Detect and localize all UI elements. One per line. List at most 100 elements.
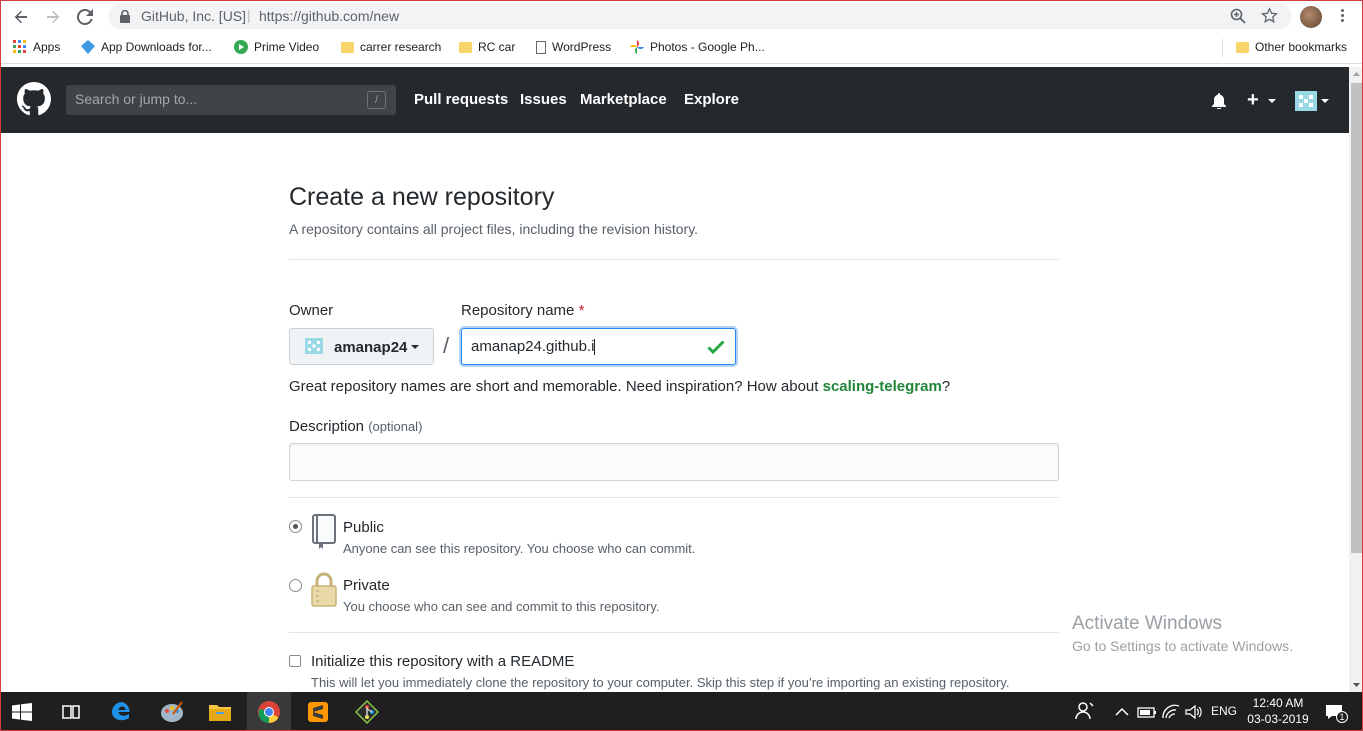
divider <box>289 632 1059 633</box>
bookmark-label: Prime Video <box>254 40 320 54</box>
apps-grid-icon <box>13 40 26 53</box>
windows-start-icon[interactable] <box>12 703 36 727</box>
notifications-bell-icon[interactable] <box>1212 93 1226 114</box>
owner-avatar <box>305 338 323 354</box>
browser-menu-icon[interactable] <box>1337 7 1347 27</box>
private-option-title[interactable]: Private <box>343 577 390 594</box>
bookmark-prime-video[interactable]: Prime Video <box>234 40 319 54</box>
private-option-note: You choose who can see and commit to thi… <box>343 599 660 614</box>
repo-name-label-text: Repository name <box>461 302 575 319</box>
pinwheel-icon <box>630 40 644 54</box>
chevron-down-icon <box>1268 98 1277 103</box>
forward-icon[interactable] <box>41 5 65 29</box>
people-icon[interactable] <box>1075 700 1099 724</box>
hint-suffix: ? <box>941 378 951 395</box>
clock-date: 03-03-2019 <box>1247 712 1309 726</box>
taskbar-clock[interactable]: 12:40 AM 03-03-2019 <box>1243 695 1313 727</box>
download-icon <box>81 40 95 54</box>
github-search-input[interactable]: Search or jump to... / <box>66 85 396 115</box>
scroll-up-icon[interactable] <box>1349 67 1363 81</box>
file-explorer-icon[interactable] <box>207 700 231 724</box>
public-option-title[interactable]: Public <box>343 519 384 536</box>
browser-toolbar: GitHub, Inc. [US] | https://github.com/n… <box>1 1 1362 33</box>
volume-icon[interactable] <box>1184 700 1208 724</box>
bookmark-star-icon[interactable] <box>1261 7 1278 27</box>
scrollbar-thumb[interactable] <box>1351 83 1362 553</box>
private-radio[interactable] <box>289 579 302 592</box>
zoom-icon[interactable] <box>1230 8 1246 27</box>
bookmark-wordpress[interactable]: WordPress <box>536 40 611 54</box>
bookmarks-divider <box>1222 39 1223 57</box>
notification-count: 1 <box>1336 711 1348 723</box>
repository-name-input[interactable]: amanap24.github.i <box>461 328 736 365</box>
bookmark-carrer-research[interactable]: carrer research <box>341 40 441 54</box>
play-icon <box>234 40 248 54</box>
back-icon[interactable] <box>9 5 33 29</box>
nav-marketplace[interactable]: Marketplace <box>580 91 667 108</box>
owner-dropdown[interactable]: amanap24 <box>289 328 434 365</box>
lock-icon <box>310 572 338 613</box>
edge-browser-icon[interactable] <box>110 700 134 724</box>
url-text[interactable]: https://github.com/new <box>259 8 399 24</box>
reload-icon[interactable] <box>73 5 97 29</box>
chevron-down-icon <box>411 345 419 349</box>
bookmark-apps[interactable]: Apps <box>13 40 60 54</box>
windows-taskbar: ENG 12:40 AM 03-03-2019 1 <box>1 692 1362 730</box>
bookmark-label: Apps <box>33 40 61 54</box>
watermark-subtitle: Go to Settings to activate Windows. <box>1072 638 1293 654</box>
bookmark-label: App Downloads for... <box>101 40 212 54</box>
page-scrollbar[interactable] <box>1349 67 1363 692</box>
chrome-icon <box>258 701 280 723</box>
task-view-icon[interactable] <box>59 700 83 724</box>
sublime-text-icon[interactable] <box>306 700 330 724</box>
text-cursor <box>594 339 596 356</box>
scroll-down-icon[interactable] <box>1349 678 1363 692</box>
nav-issues[interactable]: Issues <box>520 91 567 108</box>
paint-app-icon[interactable] <box>159 700 183 724</box>
folder-icon <box>1236 41 1249 53</box>
bookmark-label: Photos - Google Ph... <box>650 40 765 54</box>
github-header: Search or jump to... / Pull requests Iss… <box>1 67 1349 133</box>
chrome-taskbar-button[interactable] <box>247 692 291 730</box>
bookmark-label: Other bookmarks <box>1255 40 1348 54</box>
github-logo-icon[interactable] <box>17 82 51 121</box>
profile-avatar[interactable] <box>1300 6 1322 28</box>
folder-icon <box>459 41 472 53</box>
repository-name-value: amanap24.github.i <box>471 338 595 355</box>
address-bar[interactable]: GitHub, Inc. [US] | https://github.com/n… <box>108 4 1292 29</box>
nav-explore[interactable]: Explore <box>684 91 739 108</box>
nav-pull-requests[interactable]: Pull requests <box>414 91 508 108</box>
git-app-icon[interactable] <box>354 699 380 725</box>
battery-icon[interactable] <box>1137 700 1161 724</box>
public-radio[interactable] <box>289 520 302 533</box>
description-label: Description (optional) <box>289 418 422 435</box>
site-identity: GitHub, Inc. [US] <box>141 8 247 24</box>
bookmark-app-downloads[interactable]: App Downloads for... <box>81 40 212 54</box>
description-input[interactable] <box>289 443 1059 481</box>
readme-checkbox[interactable] <box>289 655 301 667</box>
search-shortcut-badge: / <box>367 91 386 109</box>
bookmark-google-photos[interactable]: Photos - Google Ph... <box>630 40 765 54</box>
chevron-up-icon[interactable] <box>1114 700 1138 724</box>
public-repo-icon <box>310 514 338 555</box>
lock-icon <box>120 9 130 26</box>
folder-icon <box>341 41 354 53</box>
required-mark: * <box>578 302 585 319</box>
user-avatar[interactable] <box>1295 91 1317 111</box>
chevron-down-icon[interactable] <box>1321 99 1329 103</box>
repo-name-hint: Great repository names are short and mem… <box>289 378 950 395</box>
bookmark-label: WordPress <box>552 40 612 54</box>
action-center-icon[interactable]: 1 <box>1323 700 1348 724</box>
bookmark-label: RC car <box>478 40 516 54</box>
valid-check-icon <box>707 339 725 360</box>
input-language[interactable]: ENG <box>1211 704 1237 718</box>
wifi-icon[interactable] <box>1161 700 1185 724</box>
readme-option-note: This will let you immediately clone the … <box>311 675 1010 690</box>
readme-option-title[interactable]: Initialize this repository with a README <box>311 653 574 670</box>
suggested-name-link[interactable]: scaling-telegram <box>823 378 942 395</box>
create-new-dropdown[interactable]: + <box>1247 89 1277 112</box>
divider <box>289 497 1059 498</box>
bookmark-rc-car[interactable]: RC car <box>459 40 515 54</box>
bookmark-other-bookmarks[interactable]: Other bookmarks <box>1236 40 1347 54</box>
divider <box>289 259 1059 260</box>
